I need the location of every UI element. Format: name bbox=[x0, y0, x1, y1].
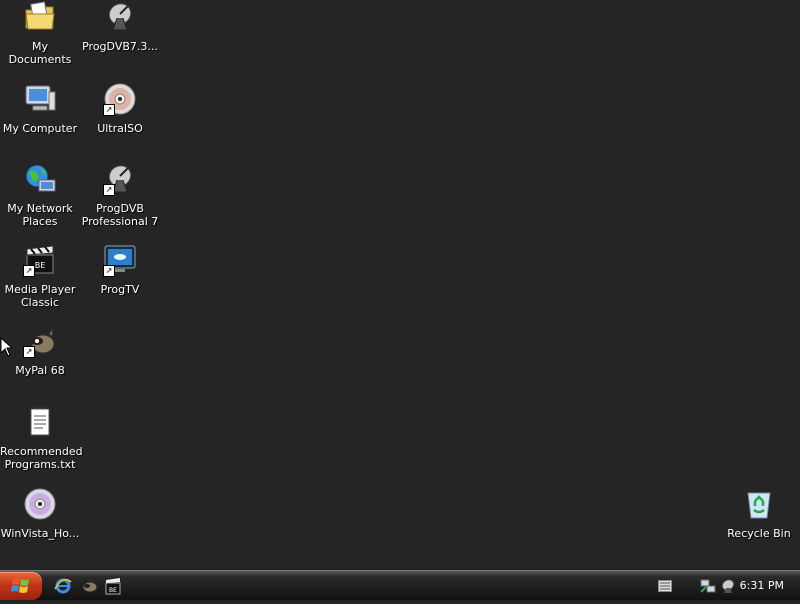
icon-label: UltraISO bbox=[97, 122, 143, 135]
icon-label: MyPal 68 bbox=[15, 364, 65, 377]
mypal-quicklaunch-icon[interactable] bbox=[80, 577, 98, 595]
clock[interactable]: 6:31 PM bbox=[740, 579, 784, 592]
icon-label: ProgDVB Professional 7 bbox=[81, 202, 159, 228]
internet-explorer-icon[interactable] bbox=[54, 577, 72, 595]
recommended-programs-icon[interactable]: Recommended Programs.txt bbox=[0, 405, 83, 471]
system-tray: 6:31 PM bbox=[640, 571, 800, 601]
winvista-icon[interactable]: WinVista_Ho... bbox=[0, 487, 80, 540]
icon-label: ProgTV bbox=[100, 283, 140, 296]
icon-label: My Documents bbox=[8, 40, 72, 66]
shortcut-arrow-icon: ↗ bbox=[23, 346, 35, 358]
disc-image-icon bbox=[23, 487, 57, 521]
my-documents-icon[interactable]: My Documents bbox=[0, 0, 80, 66]
ultraiso-icon[interactable]: ↗ UltraISO bbox=[80, 82, 160, 135]
progtv-icon[interactable]: ↗ ProgTV bbox=[80, 243, 160, 296]
shortcut-arrow-icon: ↗ bbox=[23, 265, 35, 277]
raccoon-icon: ↗ bbox=[23, 324, 57, 358]
media-player-classic-icon[interactable]: BE ↗ Media Player Classic bbox=[0, 243, 80, 309]
icon-label: WinVista_Ho... bbox=[0, 527, 80, 540]
progdvb-professional-icon[interactable]: ↗ ProgDVB Professional 7 bbox=[80, 162, 160, 228]
desktop[interactable]: My Documents My Computer My Network Plac… bbox=[0, 0, 800, 570]
shortcut-arrow-icon: ↗ bbox=[103, 265, 115, 277]
shortcut-arrow-icon: ↗ bbox=[103, 184, 115, 196]
icon-label: Media Player Classic bbox=[4, 283, 76, 309]
recycle-bin-glyph-icon bbox=[742, 487, 776, 521]
satellite-tray-icon[interactable] bbox=[720, 578, 736, 594]
progdvb-installer-icon[interactable]: ProgDVB7.3... bbox=[80, 0, 160, 53]
my-computer-icon[interactable]: My Computer bbox=[0, 82, 80, 135]
folder-icon bbox=[23, 0, 57, 34]
network-icon[interactable] bbox=[700, 578, 716, 594]
windows-logo-icon bbox=[11, 578, 29, 593]
satellite-dish-icon: ↗ bbox=[103, 162, 137, 196]
svg-text:BE: BE bbox=[109, 587, 117, 594]
taskbar: BE 6:31 PM bbox=[0, 570, 800, 600]
icon-label: Recommended Programs.txt bbox=[0, 445, 83, 471]
icon-label: My Network Places bbox=[7, 202, 73, 228]
mypal-icon[interactable]: ↗ MyPal 68 bbox=[0, 324, 80, 377]
keyboard-icon[interactable] bbox=[658, 580, 672, 592]
recycle-bin-icon[interactable]: Recycle Bin bbox=[719, 487, 799, 540]
shortcut-arrow-icon: ↗ bbox=[103, 104, 115, 116]
text-file-icon bbox=[23, 405, 57, 439]
my-network-places-icon[interactable]: My Network Places bbox=[0, 162, 80, 228]
icon-label: My Computer bbox=[2, 122, 78, 135]
icon-label: ProgDVB7.3... bbox=[82, 40, 158, 53]
tv-icon: ↗ bbox=[103, 243, 137, 277]
globe-computer-icon bbox=[23, 162, 57, 196]
icon-label: Recycle Bin bbox=[727, 527, 791, 540]
media-player-classic-quicklaunch-icon[interactable]: BE bbox=[104, 577, 122, 595]
mouse-cursor-icon bbox=[0, 337, 12, 357]
satellite-dish-icon bbox=[103, 0, 137, 34]
start-button[interactable] bbox=[0, 572, 42, 600]
clapperboard-icon: BE ↗ bbox=[23, 243, 57, 277]
svg-text:BE: BE bbox=[35, 261, 46, 270]
disc-icon: ↗ bbox=[103, 82, 137, 116]
computer-icon bbox=[23, 82, 57, 116]
